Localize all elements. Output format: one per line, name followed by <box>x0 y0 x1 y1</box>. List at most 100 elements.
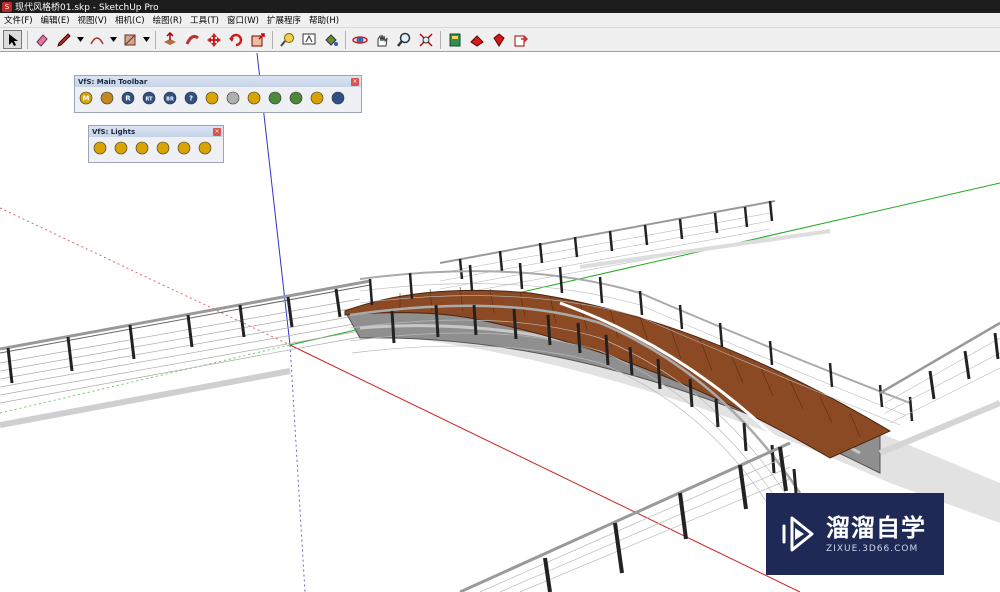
environment-light-icon <box>289 91 303 105</box>
menu-view[interactable]: 视图(V) <box>74 14 111 26</box>
front-railing <box>459 441 791 592</box>
text-icon <box>302 33 315 44</box>
render-br-button[interactable]: BR <box>162 90 178 106</box>
menu-help[interactable]: 帮助(H) <box>305 14 343 26</box>
close-icon[interactable]: × <box>213 127 221 136</box>
orbit-icon <box>351 35 368 44</box>
target-icon <box>310 91 324 105</box>
dome-light-button[interactable] <box>155 140 171 156</box>
environment-light-button[interactable] <box>288 90 304 106</box>
render-br-icon: BR <box>163 91 177 105</box>
ies-light-button[interactable] <box>197 140 213 156</box>
button-label: BR <box>166 97 174 103</box>
zoom-tool-button[interactable] <box>394 30 413 49</box>
material-icon <box>100 91 114 105</box>
menu-extensions[interactable]: 扩展程序 <box>263 14 305 26</box>
eraser-tool-button[interactable] <box>32 30 51 49</box>
title-bar: S 现代风格桥01.skp - SketchUp Pro <box>0 0 1000 13</box>
text-tool-button[interactable] <box>299 30 318 49</box>
render-rt-button[interactable]: RT <box>141 90 157 106</box>
toolbar-separator <box>345 30 346 49</box>
toolbar-separator <box>27 30 28 49</box>
toolbar-separator <box>272 30 273 49</box>
render-m-button[interactable]: M <box>78 90 94 106</box>
watermark-brand: 溜溜自学 <box>826 514 926 542</box>
vfs-lights-toolbar-buttons <box>89 137 223 159</box>
material-button[interactable] <box>99 90 115 106</box>
environment-button[interactable] <box>267 90 283 106</box>
close-icon[interactable]: × <box>351 77 359 86</box>
tape-measure-tool-button[interactable] <box>277 30 296 49</box>
rectangle-tool-button[interactable] <box>120 30 139 49</box>
pencil-tool-button[interactable] <box>54 30 73 49</box>
arc-dropdown[interactable] <box>109 30 117 49</box>
vfs-main-toolbar-buttons: M R RT BR? <box>75 87 361 109</box>
ies-light-icon <box>198 141 212 155</box>
paint-bucket-icon <box>324 33 338 46</box>
extension-warehouse-button[interactable] <box>467 30 486 49</box>
sphere-button[interactable] <box>225 90 241 106</box>
zoom-icon <box>396 32 410 47</box>
sun-button[interactable] <box>246 90 262 106</box>
ruby-icon <box>492 32 505 47</box>
rotate-tool-button[interactable] <box>226 30 245 49</box>
scale-icon <box>251 32 265 46</box>
menu-file[interactable]: 文件(F) <box>0 14 37 26</box>
spot-light-button[interactable] <box>134 140 150 156</box>
play-icon <box>782 516 814 552</box>
vfs-main-toolbar-header[interactable]: VfS: Main Toolbar × <box>75 76 361 87</box>
menu-window[interactable]: 窗口(W) <box>223 14 263 26</box>
zoom-extents-tool-button[interactable] <box>416 30 435 49</box>
pencil-dropdown[interactable] <box>76 30 84 49</box>
pencil-icon <box>56 32 71 47</box>
sun-icon <box>247 91 261 105</box>
tag-button[interactable] <box>204 90 220 106</box>
tag-icon <box>205 91 219 105</box>
button-label: RT <box>145 97 153 103</box>
menu-draw[interactable]: 绘图(R) <box>149 14 187 26</box>
red-axis-dotted <box>0 207 291 346</box>
send-to-layout-button[interactable] <box>511 30 530 49</box>
warehouse-button[interactable] <box>445 30 464 49</box>
paint-bucket-tool-button[interactable] <box>321 30 340 49</box>
pan-icon <box>377 34 387 46</box>
render-r-button[interactable]: R <box>120 90 136 106</box>
rectangle-light-icon <box>114 141 128 155</box>
blue-axis-dotted <box>289 344 306 592</box>
target-button[interactable] <box>309 90 325 106</box>
frame-buffer-button[interactable] <box>330 90 346 106</box>
rectangle-icon <box>124 34 135 45</box>
menu-edit[interactable]: 编辑(E) <box>37 14 74 26</box>
dome-light-icon <box>156 141 170 155</box>
sketchup-icon: S <box>2 1 12 12</box>
vfs-lights-toolbar-header[interactable]: VfS: Lights × <box>89 126 223 137</box>
3d-viewport[interactable]: VfS: Main Toolbar × M R RT BR? VfS: Lights … <box>0 53 1000 592</box>
rectangle-dropdown[interactable] <box>142 30 150 49</box>
help-button[interactable]: ? <box>183 90 199 106</box>
sphere-light-button[interactable] <box>176 140 192 156</box>
select-tool-button[interactable] <box>3 30 22 49</box>
ruby-button[interactable] <box>489 30 508 49</box>
chevron-down-icon <box>76 37 84 42</box>
chevron-down-icon <box>142 37 150 42</box>
toolbar-separator <box>440 30 441 49</box>
zoom-extents-icon <box>418 32 433 47</box>
vfs-main-toolbar: VfS: Main Toolbar × M R RT BR? <box>74 75 362 113</box>
omni-light-button[interactable] <box>92 140 108 156</box>
chevron-down-icon <box>109 37 117 42</box>
push-pull-tool-button[interactable] <box>160 30 179 49</box>
rectangle-light-button[interactable] <box>113 140 129 156</box>
scale-tool-button[interactable] <box>248 30 267 49</box>
follow-me-tool-button[interactable] <box>182 30 201 49</box>
orbit-tool-button[interactable] <box>350 30 369 49</box>
menu-bar: 文件(F) 编辑(E) 视图(V) 相机(C) 绘图(R) 工具(T) 窗口(W… <box>0 13 1000 28</box>
warehouse-icon <box>449 33 460 46</box>
select-icon <box>8 33 18 46</box>
menu-camera[interactable]: 相机(C) <box>111 14 149 26</box>
move-tool-button[interactable] <box>204 30 223 49</box>
menu-tools[interactable]: 工具(T) <box>186 14 223 26</box>
watermark-logo: 溜溜自学 ZIXUE.3D66.COM <box>766 493 944 575</box>
button-label: R <box>125 95 131 103</box>
arc-tool-button[interactable] <box>87 30 106 49</box>
pan-tool-button[interactable] <box>372 30 391 49</box>
